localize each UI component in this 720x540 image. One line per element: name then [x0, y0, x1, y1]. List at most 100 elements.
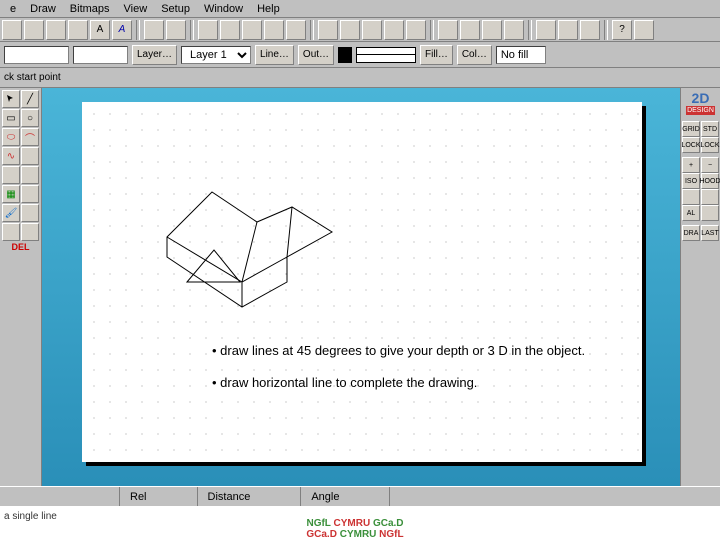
color-swatch[interactable] [338, 47, 352, 63]
drawing-canvas[interactable]: • draw lines at 45 degrees to give your … [82, 102, 642, 462]
tool-btn[interactable] [362, 20, 382, 40]
arc-tool[interactable]: ⌒ [21, 128, 39, 146]
separator [604, 20, 608, 40]
r-tool[interactable] [701, 189, 719, 205]
menu-window[interactable]: Window [198, 2, 249, 15]
paint-tool[interactable]: 🖌 [2, 204, 20, 222]
tool-btn[interactable] [198, 20, 218, 40]
delete-label: DEL [0, 242, 41, 252]
tool-btn[interactable] [46, 20, 66, 40]
tool-btn[interactable] [220, 20, 240, 40]
hood-toggle[interactable]: HOOD [701, 173, 719, 189]
menu-file[interactable]: e [4, 2, 22, 15]
curve-tool[interactable]: ∿ [2, 147, 20, 165]
tool-btn[interactable] [264, 20, 284, 40]
menu-help[interactable]: Help [251, 2, 286, 15]
tool[interactable] [21, 185, 39, 203]
tool-btn[interactable]: A [90, 20, 110, 40]
tool-btn[interactable] [438, 20, 458, 40]
tool-btn[interactable] [482, 20, 502, 40]
instruction-line: • draw lines at 45 degrees to give your … [212, 342, 632, 360]
tool-btn[interactable]: A [112, 20, 132, 40]
tool[interactable] [21, 166, 39, 184]
last-toggle[interactable]: LAST [701, 225, 719, 241]
footer-logo-2: GCa.D CYMRU NGfL [306, 529, 403, 540]
angle-field: Angle [301, 487, 390, 506]
zoom-in[interactable]: + [682, 157, 700, 173]
line-button[interactable]: Line… [255, 45, 294, 65]
separator [310, 20, 314, 40]
footer-hint: a single line [4, 511, 57, 522]
fill-button[interactable]: Fill… [420, 45, 453, 65]
rect-tool[interactable]: ▭ [2, 109, 20, 127]
zoom-out[interactable]: − [701, 157, 719, 173]
right-toolbox: 2D DESIGN GRIDSTD LOCKLOCK +− ISOHOOD AL… [680, 88, 720, 486]
lock2-toggle[interactable]: LOCK [701, 137, 719, 153]
tool-btn[interactable] [634, 20, 654, 40]
std-toggle[interactable]: STD [701, 121, 719, 137]
layer-select[interactable]: Layer 1 [181, 46, 251, 64]
tool-btn[interactable] [406, 20, 426, 40]
footer: NGfL CYMRU GCa.D GCa.D CYMRU NGfL [0, 506, 720, 540]
help-icon[interactable]: ? [612, 20, 632, 40]
separator [528, 20, 532, 40]
tool-btn[interactable] [318, 20, 338, 40]
instruction-text: • draw lines at 45 degrees to give your … [212, 342, 632, 406]
tool[interactable] [21, 204, 39, 222]
tool[interactable] [2, 166, 20, 184]
hint-bar: ck start point [0, 68, 720, 88]
tool-btn[interactable] [580, 20, 600, 40]
poly-tool[interactable] [21, 147, 39, 165]
tool-btn[interactable] [460, 20, 480, 40]
tool-btn[interactable] [504, 20, 524, 40]
al-toggle[interactable]: AL [682, 205, 700, 221]
properties-toolbar: Layer… Layer 1 Line… Out… Fill… Col… [0, 42, 720, 68]
menu-bitmaps[interactable]: Bitmaps [64, 2, 116, 15]
hint-text: ck start point [4, 72, 61, 83]
rel-field: Rel [120, 487, 198, 506]
col-button[interactable]: Col… [457, 45, 492, 65]
line-tool[interactable]: ╱ [21, 90, 39, 108]
app-logo: 2D [692, 90, 710, 106]
tool-btn[interactable] [166, 20, 186, 40]
main-toolbar: A A ? [0, 18, 720, 42]
select-tool[interactable] [2, 90, 20, 108]
tool-btn[interactable] [2, 20, 22, 40]
dra-toggle[interactable]: DRA [682, 225, 700, 241]
tool-btn[interactable] [242, 20, 262, 40]
grid-toggle[interactable]: GRID [682, 121, 700, 137]
menu-view[interactable]: View [118, 2, 154, 15]
menu-setup[interactable]: Setup [155, 2, 196, 15]
r-tool[interactable] [701, 205, 719, 221]
tool-btn[interactable] [286, 20, 306, 40]
left-toolbox: ╱ ▭○ ⬭⌒ ∿ ▦ 🖌 DEL [0, 88, 42, 486]
coord-input[interactable] [73, 46, 128, 64]
tool-btn[interactable] [24, 20, 44, 40]
tool-btn[interactable] [144, 20, 164, 40]
lock-toggle[interactable]: LOCK [682, 137, 700, 153]
app-logo-sub: DESIGN [686, 106, 715, 115]
circle-tool[interactable]: ○ [21, 109, 39, 127]
footer-logo-1: NGfL CYMRU GCa.D [306, 518, 403, 529]
print-icon[interactable] [558, 20, 578, 40]
ellipse-tool[interactable]: ⬭ [2, 128, 20, 146]
hatch-tool[interactable]: ▦ [2, 185, 20, 203]
status-bar: Rel Distance Angle [0, 486, 720, 506]
menu-draw[interactable]: Draw [24, 2, 62, 15]
r-tool[interactable] [682, 189, 700, 205]
instruction-line: • draw horizontal line to complete the d… [212, 374, 632, 392]
menu-bar: e Draw Bitmaps View Setup Window Help [0, 0, 720, 18]
separator [136, 20, 140, 40]
tool-btn[interactable] [536, 20, 556, 40]
fill-value[interactable] [496, 46, 546, 64]
iso-toggle[interactable]: ISO [682, 173, 700, 189]
main-area: ╱ ▭○ ⬭⌒ ∿ ▦ 🖌 DEL [0, 88, 720, 486]
tool[interactable] [21, 223, 39, 241]
tool[interactable] [2, 223, 20, 241]
layer-button[interactable]: Layer… [132, 45, 177, 65]
tool-btn[interactable] [68, 20, 88, 40]
out-button[interactable]: Out… [298, 45, 334, 65]
tool-btn[interactable] [384, 20, 404, 40]
coord-input[interactable] [4, 46, 69, 64]
tool-btn[interactable] [340, 20, 360, 40]
